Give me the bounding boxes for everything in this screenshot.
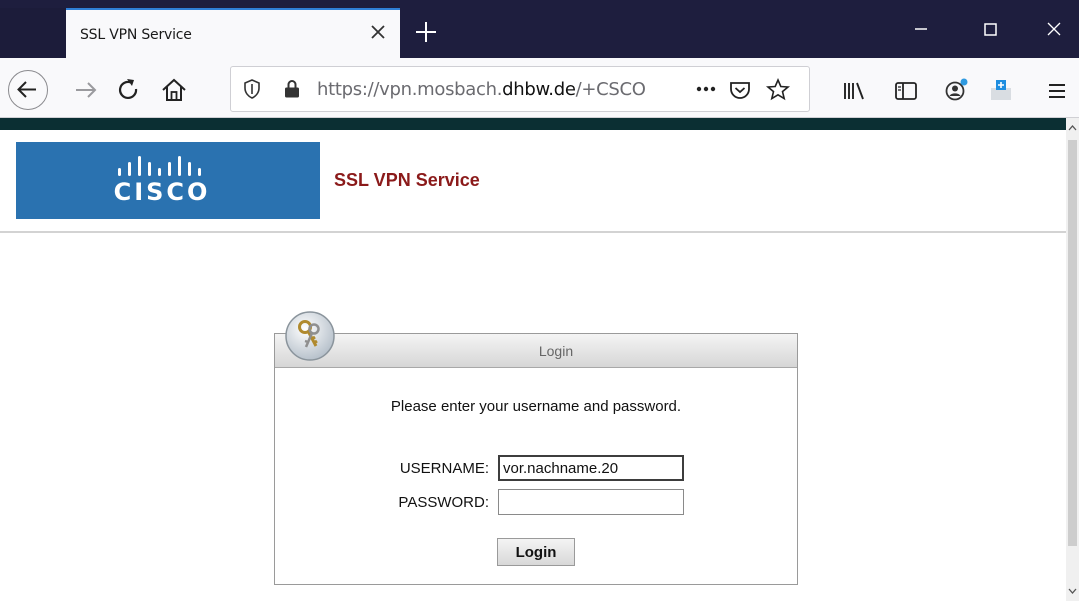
- page-title: SSL VPN Service: [334, 170, 480, 190]
- login-panel: Login Please enter your username and pas…: [274, 333, 798, 585]
- top-accent-bar: [0, 118, 1066, 130]
- url-text[interactable]: https://vpn.mosbach.dhbw.de/+CSCO: [317, 79, 689, 101]
- url-domain: dhbw.de: [502, 79, 576, 100]
- plus-icon[interactable]: [412, 18, 440, 46]
- close-icon[interactable]: [366, 20, 390, 44]
- password-label: PASSWORD:: [398, 494, 489, 511]
- cisco-wordmark: CISCO: [113, 178, 211, 206]
- tab-ssl-vpn[interactable]: SSL VPN Service: [66, 8, 400, 58]
- account-icon[interactable]: [940, 74, 972, 106]
- login-panel-title: Login: [538, 343, 574, 359]
- pocket-icon[interactable]: [727, 77, 753, 103]
- scroll-down-icon[interactable]: [1066, 583, 1079, 599]
- more-dots-icon[interactable]: [691, 77, 721, 101]
- minimize-icon[interactable]: [906, 14, 936, 44]
- username-input[interactable]: [498, 455, 684, 481]
- login-instructions: Please enter your username and password.: [390, 398, 682, 415]
- sidebar-icon[interactable]: [890, 76, 922, 106]
- reload-icon[interactable]: [112, 74, 144, 106]
- forward-arrow-icon[interactable]: [70, 74, 102, 106]
- maximize-icon[interactable]: [975, 14, 1005, 44]
- scrollbar-thumb[interactable]: [1068, 140, 1077, 546]
- login-button[interactable]: Login: [497, 538, 575, 566]
- password-input[interactable]: [498, 489, 684, 515]
- cisco-logo: CISCO: [16, 142, 320, 219]
- window-close-icon[interactable]: [1039, 14, 1069, 44]
- hamburger-menu-icon[interactable]: [1042, 76, 1072, 106]
- keys-icon: [285, 311, 335, 361]
- extension-icon[interactable]: [985, 74, 1017, 106]
- shield-icon[interactable]: [241, 78, 263, 100]
- library-icon[interactable]: [838, 76, 870, 106]
- url-suffix: /+CSCO: [575, 79, 646, 100]
- username-label: USERNAME:: [399, 460, 489, 477]
- lock-icon[interactable]: [281, 78, 303, 100]
- star-icon[interactable]: [765, 77, 791, 103]
- tab-bar-spacer: [0, 8, 66, 58]
- home-icon[interactable]: [158, 74, 190, 106]
- back-button[interactable]: [8, 70, 48, 110]
- url-prefix: https://vpn.mosbach.: [317, 79, 503, 100]
- scroll-up-icon[interactable]: [1066, 120, 1079, 136]
- address-bar[interactable]: https://vpn.mosbach.dhbw.de/+CSCO: [230, 66, 810, 112]
- back-arrow-icon: [17, 81, 36, 98]
- header-divider: [0, 231, 1066, 233]
- login-panel-header: Login: [275, 334, 797, 368]
- cisco-bars-icon: [118, 156, 201, 176]
- tab-title: SSL VPN Service: [80, 27, 192, 43]
